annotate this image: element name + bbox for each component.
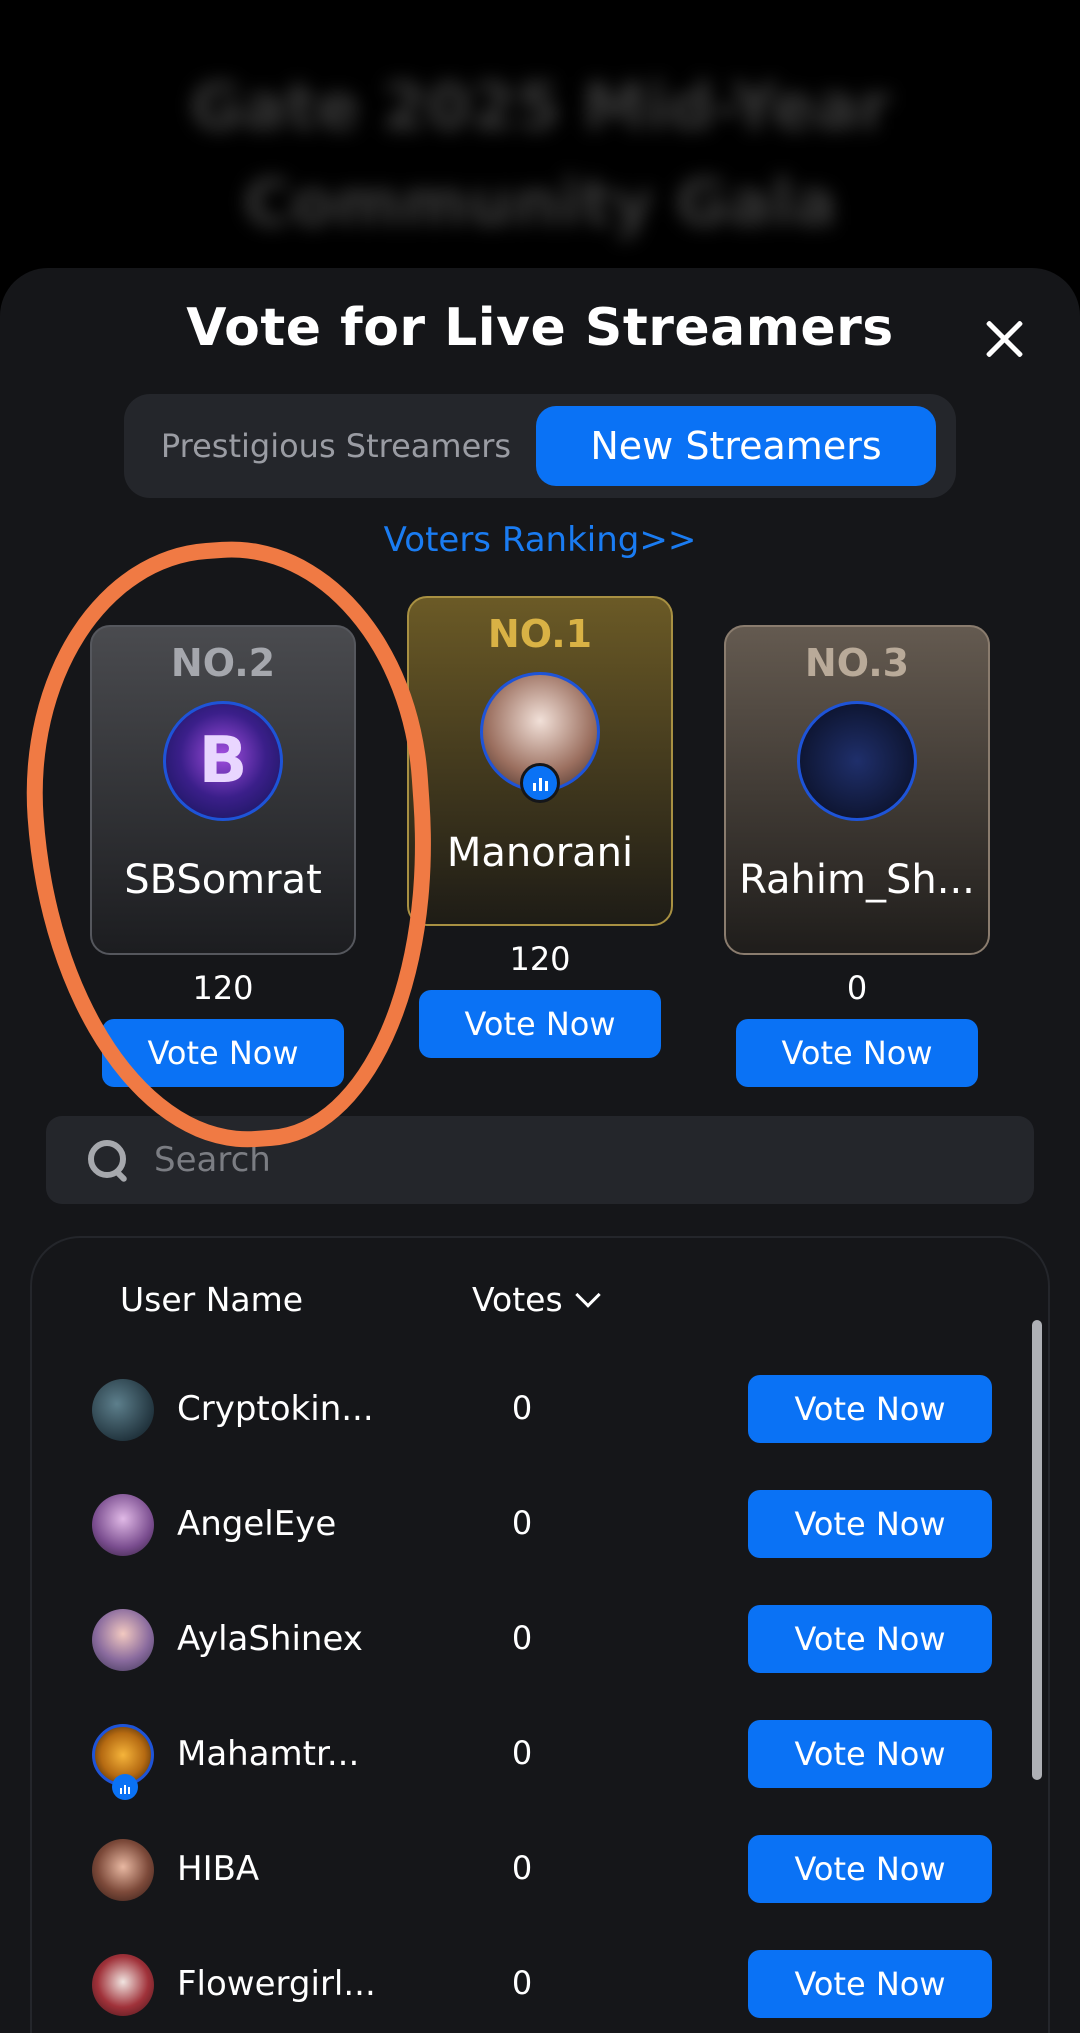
rank-label: NO.2 (170, 641, 276, 685)
search-bar[interactable]: Search (46, 1116, 1034, 1204)
vote-now-button[interactable]: Vote Now (748, 1375, 992, 1443)
row-user-name: Flowergirl... (177, 1964, 376, 2004)
row-votes: 0 (511, 1389, 533, 1427)
row-votes: 0 (511, 1734, 533, 1772)
row-votes: 0 (511, 1504, 533, 1542)
podium-rank-1: NO.1 Manorani 120 Vote Now (407, 596, 673, 1058)
close-icon[interactable] (978, 313, 1030, 365)
voters-ranking-link[interactable]: Voters Ranking>> (0, 520, 1080, 560)
avatar (92, 1839, 154, 1901)
table-row: HIBA 0 Vote Now (32, 1813, 1032, 1928)
podium-rank-3: NO.3 Rahim_Sh... 0 Vote Now (724, 625, 990, 1087)
row-user-name: AylaShinex (177, 1619, 363, 1659)
vote-now-button[interactable]: Vote Now (102, 1019, 344, 1087)
row-user-name: Cryptokin... (177, 1389, 374, 1429)
vote-now-button[interactable]: Vote Now (419, 990, 661, 1058)
chevron-down-icon (574, 1281, 601, 1308)
avatar (92, 1494, 154, 1556)
scrollbar[interactable] (1032, 1320, 1042, 1780)
vote-now-button[interactable]: Vote Now (748, 1720, 992, 1788)
search-icon (86, 1138, 130, 1182)
table-row: Cryptokin... 0 Vote Now (32, 1353, 1032, 1468)
vote-count: 120 (509, 940, 571, 978)
avatar: B (163, 701, 283, 821)
rank-label: NO.3 (804, 641, 910, 685)
avatar (480, 672, 600, 803)
column-header-user-name: User Name (120, 1280, 304, 1319)
column-header-votes[interactable]: Votes (472, 1280, 601, 1319)
row-votes: 0 (511, 1964, 533, 2002)
avatar-logo-letter: B (198, 724, 248, 798)
table-row: AylaShinex 0 Vote Now (32, 1583, 1032, 1698)
row-user-name: AngelEye (177, 1504, 337, 1544)
row-votes: 0 (511, 1619, 533, 1657)
streamer-name: Manorani (446, 830, 634, 876)
row-votes: 0 (511, 1849, 533, 1887)
podium-rank-2: NO.2 B SBSomrat 120 Vote Now (90, 625, 356, 1087)
podium-card[interactable]: NO.2 B SBSomrat (90, 625, 356, 955)
streamer-name: Rahim_Sh... (739, 857, 975, 903)
row-user-name: Mahamtr... (177, 1734, 360, 1774)
vote-now-button[interactable]: Vote Now (736, 1019, 978, 1087)
avatar (92, 1609, 154, 1671)
avatar (797, 701, 917, 821)
votes-header-label: Votes (472, 1280, 563, 1319)
live-bars-icon (112, 1774, 138, 1800)
streamer-name: SBSomrat (124, 857, 322, 903)
table-row: Flowergirl... 0 Vote Now (32, 1928, 1032, 2033)
search-input[interactable]: Search (154, 1140, 271, 1180)
rank-label: NO.1 (487, 612, 593, 656)
vote-count: 120 (192, 969, 254, 1007)
vote-now-button[interactable]: Vote Now (748, 1950, 992, 2018)
vote-now-button[interactable]: Vote Now (748, 1835, 992, 1903)
avatar (92, 1954, 154, 2016)
avatar (92, 1379, 154, 1441)
vote-count: 0 (846, 969, 868, 1007)
podium-card[interactable]: NO.3 Rahim_Sh... (724, 625, 990, 955)
table-row: Mahamtr... 0 Vote Now (32, 1698, 1032, 1813)
live-bars-icon (520, 763, 560, 803)
list-header: User Name Votes (32, 1268, 1052, 1328)
vote-sheet: Vote for Live Streamers Prestigious Stre… (0, 268, 1080, 2033)
tab-new-streamers[interactable]: New Streamers (536, 406, 936, 486)
tab-prestigious-streamers[interactable]: Prestigious Streamers (136, 406, 536, 486)
background-event-title: Gate 2025 Mid-Year Community Gala (190, 71, 890, 241)
row-user-name: HIBA (177, 1849, 260, 1889)
table-row: AngelEye 0 Vote Now (32, 1468, 1032, 1583)
sheet-title: Vote for Live Streamers (186, 298, 894, 358)
streamer-list: User Name Votes Cryptokin... 0 Vote Now … (30, 1236, 1050, 2033)
vote-now-button[interactable]: Vote Now (748, 1605, 992, 1673)
podium-card[interactable]: NO.1 Manorani (407, 596, 673, 926)
streamer-tabs: Prestigious Streamers New Streamers (124, 394, 956, 498)
vote-now-button[interactable]: Vote Now (748, 1490, 992, 1558)
